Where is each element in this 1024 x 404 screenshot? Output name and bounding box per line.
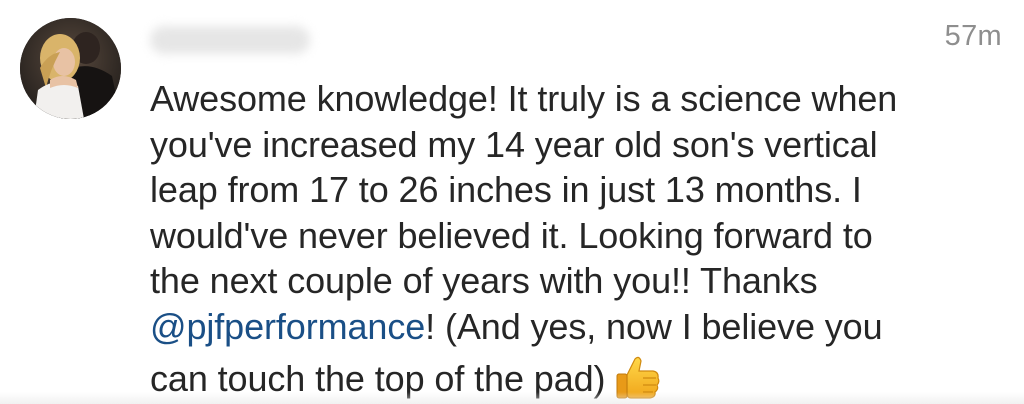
comment-line-rest: ! (And yes, now I believe you bbox=[425, 305, 883, 347]
comment-line: would've never believed it. Looking forw… bbox=[150, 214, 873, 256]
avatar[interactable] bbox=[20, 18, 121, 119]
comment-line: the next couple of years with you!! Than… bbox=[150, 260, 818, 301]
comment-line: @pjfperformance! (And yes, now I believe… bbox=[150, 304, 1010, 350]
username-blurred[interactable]: jwhd219 bbox=[150, 26, 310, 54]
bottom-divider bbox=[0, 392, 1024, 404]
comment-line: leap from 17 to 26 inches in just 13 mon… bbox=[150, 169, 862, 210]
comment-line: Awesome knowledge! It truly is a science… bbox=[150, 78, 898, 119]
comment-line: you've increased my 14 year old son's ve… bbox=[150, 123, 878, 165]
mention-link[interactable]: @pjfperformance bbox=[150, 306, 425, 347]
avatar-photo-icon bbox=[20, 18, 121, 119]
timestamp: 57m bbox=[944, 20, 1002, 52]
comment-item: jwhd219 57m Awesome knowledge! It truly … bbox=[0, 0, 1024, 404]
comment-text: Awesome knowledge! It truly is a science… bbox=[150, 76, 1010, 402]
